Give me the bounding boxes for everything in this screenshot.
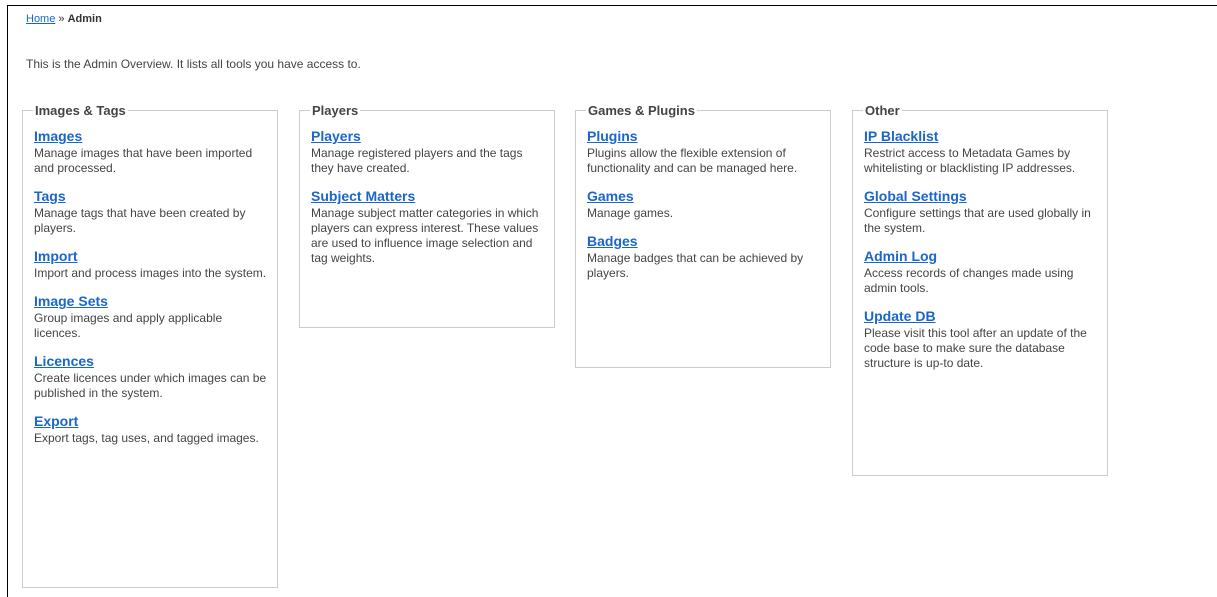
group-players: Players Players Manage registered player…: [299, 103, 555, 328]
tool-images: Images Manage images that have been impo…: [34, 128, 267, 176]
tool-description: Restrict access to Metadata Games by whi…: [864, 146, 1076, 175]
tool-subject-matters: Subject Matters Manage subject matter ca…: [311, 188, 544, 266]
global-settings-link[interactable]: Global Settings: [864, 188, 1097, 205]
tags-link[interactable]: Tags: [34, 188, 267, 205]
group-title: Other: [865, 103, 900, 118]
tool-licences: Licences Create licences under which ima…: [34, 353, 267, 401]
tool-description: Manage badges that can be achieved by pl…: [587, 251, 804, 280]
tool-global-settings: Global Settings Configure settings that …: [864, 188, 1097, 236]
tool-description: Export tags, tag uses, and tagged images…: [34, 431, 259, 445]
intro-text: This is the Admin Overview. It lists all…: [26, 57, 361, 71]
tool-description: Access records of changes made using adm…: [864, 266, 1074, 295]
tool-plugins: Plugins Plugins allow the flexible exten…: [587, 128, 820, 176]
tool-players: Players Manage registered players and th…: [311, 128, 544, 176]
tool-description: Manage images that have been imported an…: [34, 146, 253, 175]
group-title: Games & Plugins: [588, 103, 695, 118]
tool-games: Games Manage games.: [587, 188, 820, 221]
tool-description: Import and process images into the syste…: [34, 266, 267, 280]
images-link[interactable]: Images: [34, 128, 267, 145]
tool-description: Please visit this tool after an update o…: [864, 326, 1087, 370]
licences-link[interactable]: Licences: [34, 353, 267, 370]
breadcrumb-home-link[interactable]: Home: [26, 13, 55, 25]
plugins-link[interactable]: Plugins: [587, 128, 820, 145]
image-sets-link[interactable]: Image Sets: [34, 293, 267, 310]
tool-description: Group images and apply applicable licenc…: [34, 311, 223, 340]
tool-import: Import Import and process images into th…: [34, 248, 267, 281]
tool-description: Manage tags that have been created by pl…: [34, 206, 246, 235]
tool-tags: Tags Manage tags that have been created …: [34, 188, 267, 236]
group-games-plugins: Games & Plugins Plugins Plugins allow th…: [575, 103, 831, 368]
ip-blacklist-link[interactable]: IP Blacklist: [864, 128, 1097, 145]
subject-matters-link[interactable]: Subject Matters: [311, 188, 544, 205]
tool-description: Manage games.: [587, 206, 674, 220]
tool-image-sets: Image Sets Group images and apply applic…: [34, 293, 267, 341]
tool-update-db: Update DB Please visit this tool after a…: [864, 308, 1097, 371]
tool-description: Create licences under which images can b…: [34, 371, 267, 400]
admin-log-link[interactable]: Admin Log: [864, 248, 1097, 265]
group-other: Other IP Blacklist Restrict access to Me…: [852, 103, 1108, 476]
import-link[interactable]: Import: [34, 248, 267, 265]
badges-link[interactable]: Badges: [587, 233, 820, 250]
tool-ip-blacklist: IP Blacklist Restrict access to Metadata…: [864, 128, 1097, 176]
tool-description: Manage subject matter categories in whic…: [311, 206, 539, 265]
tool-export: Export Export tags, tag uses, and tagged…: [34, 413, 267, 446]
tool-admin-log: Admin Log Access records of changes made…: [864, 248, 1097, 296]
group-images-tags: Images & Tags Images Manage images that …: [22, 103, 278, 588]
breadcrumb-current: Admin: [67, 13, 102, 25]
group-title: Images & Tags: [35, 103, 126, 118]
tool-badges: Badges Manage badges that can be achieve…: [587, 233, 820, 281]
export-link[interactable]: Export: [34, 413, 267, 430]
tool-description: Manage registered players and the tags t…: [311, 146, 523, 175]
group-title: Players: [312, 103, 359, 118]
games-link[interactable]: Games: [587, 188, 820, 205]
tool-description: Configure settings that are used globall…: [864, 206, 1091, 235]
update-db-link[interactable]: Update DB: [864, 308, 1097, 325]
breadcrumb: Home » Admin: [26, 13, 102, 25]
breadcrumb-separator: »: [58, 13, 65, 25]
tool-description: Plugins allow the flexible extension of …: [587, 146, 798, 175]
players-link[interactable]: Players: [311, 128, 544, 145]
